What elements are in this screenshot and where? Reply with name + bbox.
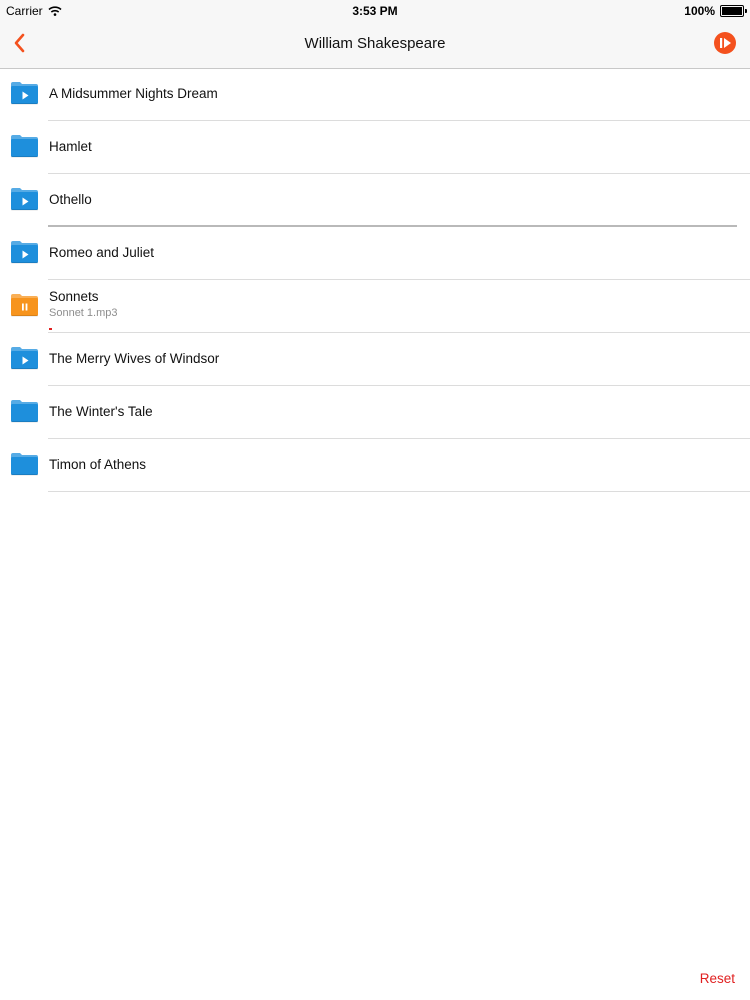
- folder-icon: [10, 399, 39, 423]
- folder-play-icon: [10, 346, 39, 370]
- battery-icon: [720, 5, 747, 17]
- folder-play-icon: [10, 81, 39, 105]
- list-item-subtitle: Sonnet 1.mp3: [49, 307, 118, 319]
- now-playing-button[interactable]: [713, 31, 737, 55]
- list-item[interactable]: A Midsummer Nights Dream: [0, 68, 750, 121]
- list-item-title: Othello: [49, 192, 92, 207]
- list-item-title: Hamlet: [49, 139, 92, 154]
- row-divider: [48, 491, 750, 492]
- reset-button[interactable]: Reset: [700, 971, 735, 986]
- list-item-title: Romeo and Juliet: [49, 245, 155, 260]
- navigation-bar: William Shakespeare: [0, 22, 750, 69]
- list-item-title: A Midsummer Nights Dream: [49, 86, 218, 101]
- status-bar-right: 100%: [684, 4, 747, 18]
- now-playing-icon: [714, 32, 736, 54]
- list-item-title: Sonnets: [49, 289, 99, 304]
- status-bar: Carrier 3:53 PM 100%: [0, 0, 750, 22]
- playback-progress-bar: [49, 328, 52, 330]
- list-item[interactable]: Hamlet: [0, 121, 750, 174]
- battery-percent: 100%: [684, 4, 715, 18]
- folder-play-icon: [10, 240, 39, 264]
- list-item[interactable]: The Merry Wives of Windsor: [0, 333, 750, 386]
- list-item-title: The Merry Wives of Windsor: [49, 351, 220, 366]
- list-item[interactable]: Sonnets Sonnet 1.mp3: [0, 280, 750, 333]
- list-item[interactable]: Othello: [0, 174, 750, 227]
- page-title: William Shakespeare: [304, 35, 446, 52]
- folder-play-icon: [10, 187, 39, 211]
- list-item-title: The Winter's Tale: [49, 404, 153, 419]
- list-item[interactable]: The Winter's Tale: [0, 386, 750, 439]
- folder-icon: [10, 452, 39, 476]
- clock: 3:53 PM: [352, 4, 398, 18]
- folder-pause-icon: [10, 293, 39, 317]
- list-item-title: Timon of Athens: [49, 457, 147, 472]
- list-item[interactable]: Romeo and Juliet: [0, 227, 750, 280]
- folder-icon: [10, 134, 39, 158]
- battery-fill: [722, 7, 742, 15]
- folder-list: A Midsummer Nights Dream Hamlet Othello Rom…: [0, 68, 750, 492]
- list-item[interactable]: Timon of Athens: [0, 439, 750, 492]
